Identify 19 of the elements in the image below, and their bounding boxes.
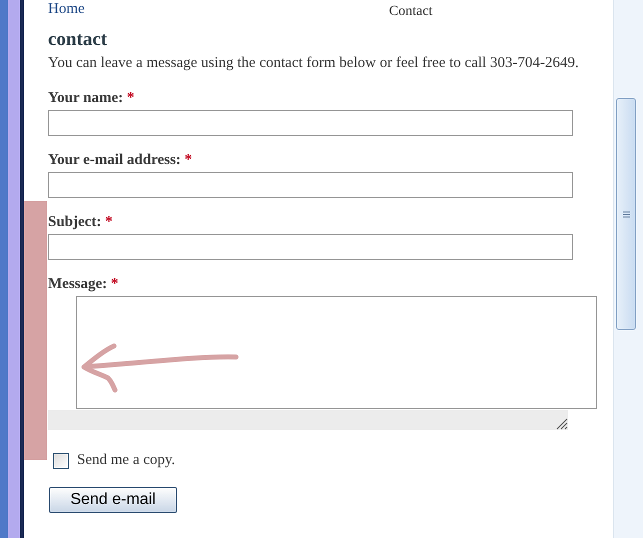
input-field[interactable] [48,234,573,260]
page-heading: contact [48,29,108,51]
resize-grip-icon [554,416,568,430]
field-label: Your e-mail address: * [48,152,194,170]
breadcrumb-current: Contact [389,4,433,20]
input-field[interactable] [48,172,573,198]
field-label: Message: * [48,276,120,294]
grip-icon [622,210,630,218]
input-field[interactable] [48,110,573,136]
message-field[interactable] [76,296,597,409]
copy-checkbox[interactable] [53,452,69,468]
field-label: Your name: * [48,90,136,108]
scroll-thumb[interactable] [616,98,636,330]
checkbox-label: Send me a copy. [77,452,176,469]
scrollbar[interactable] [613,0,643,538]
home-link[interactable]: Home [48,1,389,18]
send-button[interactable]: Send e-mail [49,487,177,513]
intro-text: You can leave a message using the contact form below or feel free to call 303-704-2649. [48,55,580,72]
field-label: Subject: * [48,214,114,232]
